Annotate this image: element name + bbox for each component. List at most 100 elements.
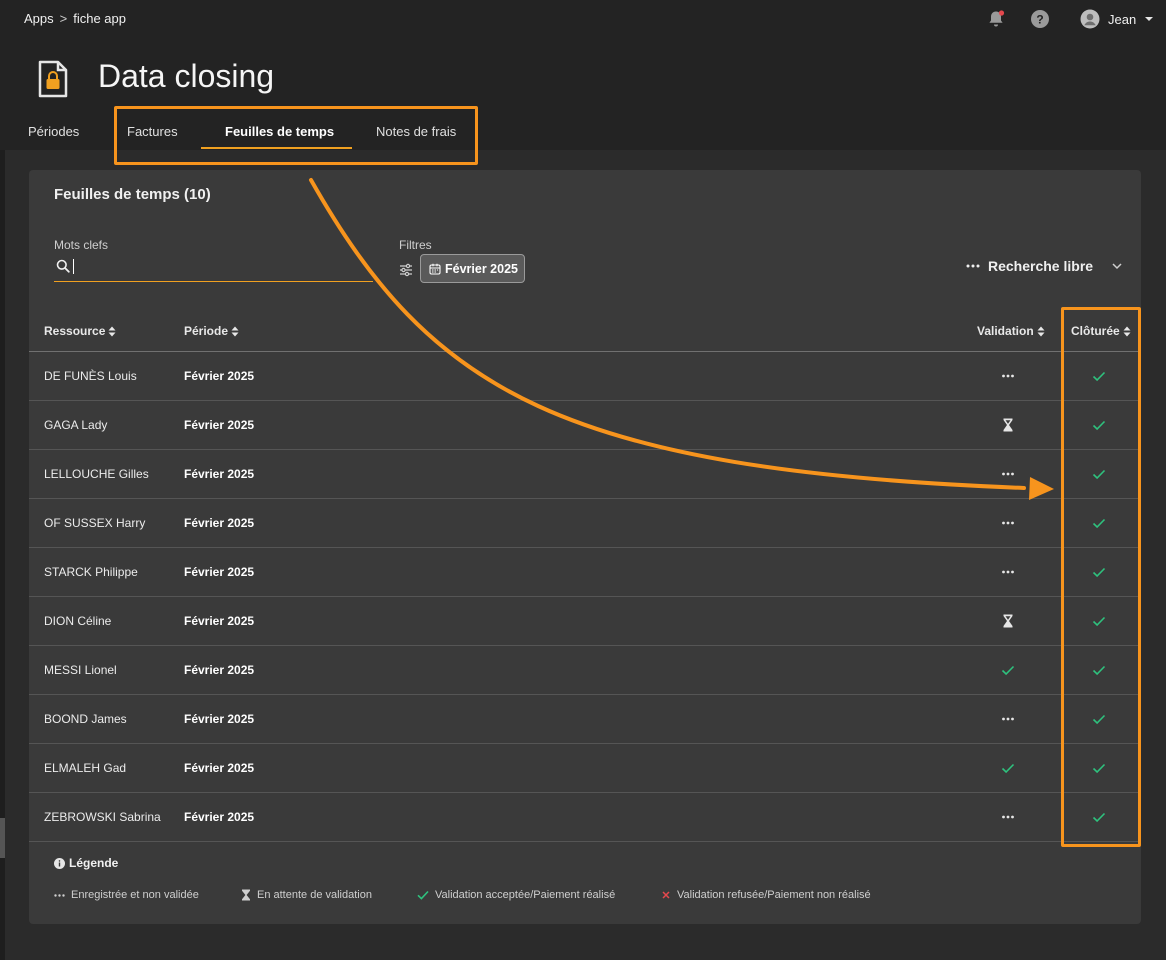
cell-periode: Février 2025	[184, 369, 255, 383]
cell-periode: Février 2025	[184, 810, 255, 824]
breadcrumb-apps[interactable]: Apps	[24, 11, 54, 26]
cloturee-check-icon	[1091, 564, 1107, 580]
cloturee-check-icon	[1091, 760, 1107, 776]
table-row[interactable]: DE FUNÈS Louis Février 2025	[29, 352, 1141, 401]
free-search-label: Recherche libre	[988, 258, 1094, 274]
cell-ressource: DE FUNÈS Louis	[44, 369, 137, 383]
cell-ressource: LELLOUCHE Gilles	[44, 467, 149, 481]
page-title: Data closing	[98, 58, 275, 94]
keywords-input[interactable]	[76, 255, 366, 279]
legend-item-label: Validation acceptée/Paiement réalisé	[435, 889, 616, 901]
cloturee-check-icon	[1091, 466, 1107, 482]
col-header-validation-label: Validation	[977, 324, 1034, 338]
active-tab-indicator	[201, 147, 352, 149]
validation-dots-icon	[1000, 711, 1016, 727]
cell-ressource: MESSI Lionel	[44, 663, 117, 677]
cell-periode: Février 2025	[184, 467, 255, 481]
table-row[interactable]: LELLOUCHE Gilles Février 2025	[29, 450, 1141, 499]
tab-notes-de-frais[interactable]: Notes de frais	[376, 124, 456, 139]
legend-item-label: En attente de validation	[257, 889, 372, 901]
col-header-ressource[interactable]: Ressource	[44, 324, 116, 338]
cross-icon	[662, 891, 670, 899]
hourglass-icon	[242, 889, 250, 901]
cell-periode: Février 2025	[184, 712, 255, 726]
notification-bell-icon[interactable]	[986, 9, 1006, 29]
validation-dots-icon	[1000, 809, 1016, 825]
svg-text:?: ?	[1036, 13, 1043, 27]
validation-dots-icon	[1000, 564, 1016, 580]
breadcrumb-current: fiche app	[73, 11, 126, 26]
legend-title-text: Légende	[69, 856, 119, 870]
breadcrumb-separator: >	[59, 11, 68, 26]
calendar-icon	[429, 263, 441, 275]
cell-ressource: STARCK Philippe	[44, 565, 138, 579]
keywords-field[interactable]	[54, 255, 373, 282]
col-header-validation[interactable]: Validation	[977, 324, 1045, 338]
validation-dots-icon	[1000, 466, 1016, 482]
cell-ressource: ZEBROWSKI Sabrina	[44, 810, 161, 824]
period-filter-chip[interactable]: Février 2025	[420, 254, 525, 283]
validation-hourglass-icon	[1000, 613, 1016, 629]
cell-ressource: ELMALEH Gad	[44, 761, 127, 775]
tab-factures[interactable]: Factures	[127, 124, 178, 139]
cloturee-check-icon	[1091, 368, 1107, 384]
table-row[interactable]: ELMALEH Gad Février 2025	[29, 744, 1141, 793]
col-header-periode[interactable]: Période	[184, 324, 239, 338]
tab-feuilles-de-temps[interactable]: Feuilles de temps	[225, 124, 334, 139]
cloturee-check-icon	[1091, 417, 1107, 433]
cell-ressource: GAGA Lady	[44, 418, 108, 432]
cell-ressource: DION Céline	[44, 614, 112, 628]
free-search-toggle[interactable]: Recherche libre	[966, 258, 1123, 274]
cloturee-check-icon	[1091, 662, 1107, 678]
validation-check-icon	[1000, 662, 1016, 678]
table-row[interactable]: OF SUSSEX Harry Février 2025	[29, 499, 1141, 548]
legend-item-label: Enregistrée et non validée	[71, 889, 199, 901]
avatar	[1080, 9, 1100, 29]
table-row[interactable]: MESSI Lionel Février 2025	[29, 646, 1141, 695]
table-row[interactable]: BOOND James Février 2025	[29, 695, 1141, 744]
col-header-cloturee-label: Clôturée	[1071, 324, 1120, 338]
cell-ressource: OF SUSSEX Harry	[44, 516, 146, 530]
cell-periode: Février 2025	[184, 565, 255, 579]
legend-item-accepted: Validation acceptée/Paiement réalisé	[417, 889, 615, 901]
sort-icon	[1037, 326, 1045, 336]
legend-title: Légende	[54, 856, 118, 870]
table-row[interactable]: ZEBROWSKI Sabrina Février 2025	[29, 793, 1141, 842]
sort-icon	[108, 326, 116, 336]
filters-label: Filtres	[399, 238, 432, 252]
period-filter-label: Février 2025	[445, 261, 518, 276]
cloturee-check-icon	[1091, 613, 1107, 629]
legend-item-label: Validation refusée/Paiement non réalisé	[677, 889, 871, 901]
chevron-down-icon	[1112, 263, 1122, 270]
check-icon	[417, 890, 429, 900]
table-row[interactable]: STARCK Philippe Février 2025	[29, 548, 1141, 597]
sort-icon	[1123, 326, 1131, 336]
tab-periodes[interactable]: Périodes	[28, 124, 79, 139]
user-menu[interactable]: Jean	[1080, 9, 1154, 29]
legend-item-pending: En attente de validation	[241, 889, 372, 901]
locked-document-icon	[38, 60, 68, 98]
validation-dots-icon	[1000, 368, 1016, 384]
search-icon	[56, 259, 70, 273]
col-header-ressource-label: Ressource	[44, 324, 106, 338]
caret-down-icon	[1145, 17, 1154, 21]
dots-icon	[54, 893, 65, 897]
table-row[interactable]: DION Céline Février 2025	[29, 597, 1141, 646]
col-header-cloturee[interactable]: Clôturée	[1071, 324, 1131, 338]
user-name: Jean	[1108, 11, 1137, 27]
table-row[interactable]: GAGA Lady Février 2025	[29, 401, 1141, 450]
filter-sliders-icon[interactable]	[399, 263, 413, 277]
cloturee-check-icon	[1091, 711, 1107, 727]
validation-check-icon	[1000, 760, 1016, 776]
cloturee-check-icon	[1091, 515, 1107, 531]
help-icon[interactable]: ?	[1030, 9, 1050, 29]
cell-periode: Février 2025	[184, 418, 255, 432]
card-title: Feuilles de temps (10)	[54, 186, 211, 203]
col-header-periode-label: Période	[184, 324, 229, 338]
validation-dots-icon	[1000, 515, 1016, 531]
sort-icon	[231, 326, 239, 336]
left-edge-marker	[0, 818, 5, 858]
cell-periode: Février 2025	[184, 761, 255, 775]
validation-hourglass-icon	[1000, 417, 1016, 433]
legend-item-recorded: Enregistrée et non validée	[54, 889, 199, 901]
